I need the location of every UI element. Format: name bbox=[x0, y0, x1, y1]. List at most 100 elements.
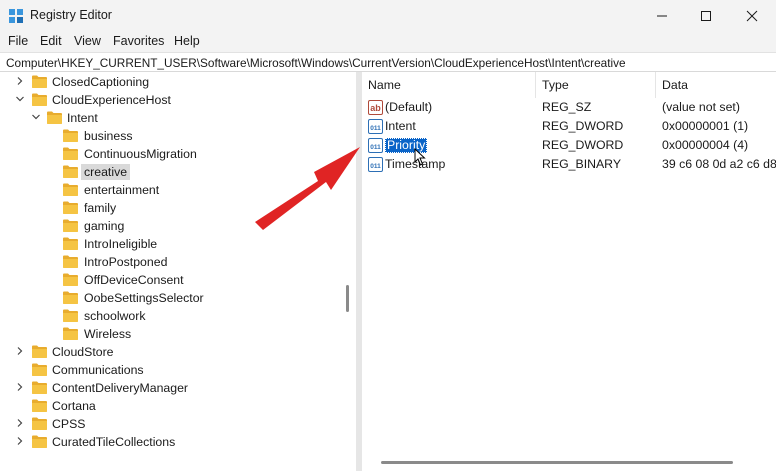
tree-item[interactable]: CloudExperienceHost bbox=[0, 91, 340, 109]
tree-item[interactable]: business bbox=[0, 127, 340, 145]
values-list[interactable]: Name Type Data ab (Default) REG_SZ (value n… bbox=[362, 72, 776, 471]
folder-icon bbox=[63, 183, 78, 196]
tree-item-label: family bbox=[84, 201, 117, 215]
folder-icon bbox=[63, 129, 78, 142]
minimize-icon bbox=[657, 15, 667, 17]
tree-item[interactable]: Cortana bbox=[0, 397, 340, 415]
tree-item[interactable]: CPSS bbox=[0, 415, 340, 433]
tree-item[interactable]: ContinuousMigration bbox=[0, 145, 340, 163]
tree-item-label: ClosedCaptioning bbox=[52, 75, 150, 89]
close-button[interactable] bbox=[730, 0, 774, 32]
tree-item-label: business bbox=[84, 129, 133, 143]
folder-icon bbox=[32, 75, 47, 88]
address-path[interactable]: Computer\HKEY_CURRENT_USER\Software\Micr… bbox=[6, 56, 626, 70]
value-type: REG_SZ bbox=[542, 100, 592, 114]
value-row[interactable]: 011 Intent REG_DWORD 0x00000001 (1) bbox=[362, 117, 776, 136]
tree-item-label: creative bbox=[81, 164, 131, 180]
tree-item-label: Cortana bbox=[52, 399, 96, 413]
value-row[interactable]: ab (Default) REG_SZ (value not set) bbox=[362, 98, 776, 117]
column-header-type[interactable]: Type bbox=[536, 72, 656, 98]
tree-item-label: ContentDeliveryManager bbox=[52, 381, 189, 395]
key-tree[interactable]: ClosedCaptioning CloudExperienceHost Inten… bbox=[0, 72, 356, 471]
tree-item-label: CuratedTileCollections bbox=[52, 435, 176, 449]
chevron-right-icon[interactable] bbox=[15, 346, 25, 356]
column-header-name[interactable]: Name bbox=[362, 72, 536, 98]
tree-item[interactable]: IntroPostponed bbox=[0, 253, 340, 271]
value-name: Intent bbox=[385, 119, 416, 133]
minimize-button[interactable] bbox=[640, 0, 684, 32]
tree-item-label: Intent bbox=[67, 111, 98, 125]
menu-file[interactable]: File bbox=[8, 34, 28, 48]
tree-item[interactable]: family bbox=[0, 199, 340, 217]
maximize-button[interactable] bbox=[684, 0, 728, 32]
tree-item[interactable]: CuratedTileCollections bbox=[0, 433, 340, 451]
menu-view[interactable]: View bbox=[74, 34, 101, 48]
value-data: (value not set) bbox=[662, 100, 740, 114]
binary-value-icon: 011 bbox=[368, 157, 383, 172]
tree-item-label: IntroPostponed bbox=[84, 255, 168, 269]
value-type: REG_BINARY bbox=[542, 157, 622, 171]
tree-item[interactable]: OffDeviceConsent bbox=[0, 271, 340, 289]
string-value-icon: ab bbox=[368, 100, 383, 115]
folder-icon bbox=[63, 165, 78, 178]
tree-item[interactable]: OobeSettingsSelector bbox=[0, 289, 340, 307]
column-header-data[interactable]: Data bbox=[656, 72, 776, 98]
chevron-right-icon[interactable] bbox=[15, 382, 25, 392]
chevron-right-icon[interactable] bbox=[15, 436, 25, 446]
close-icon bbox=[746, 10, 758, 22]
tree-item-label: OobeSettingsSelector bbox=[84, 291, 204, 305]
maximize-icon bbox=[701, 11, 711, 21]
tree-item[interactable]: Intent bbox=[0, 109, 340, 127]
tree-item[interactable]: CloudStore bbox=[0, 343, 340, 361]
tree-item[interactable]: entertainment bbox=[0, 181, 340, 199]
tree-item[interactable]: IntroIneligible bbox=[0, 235, 340, 253]
tree-item[interactable]: schoolwork bbox=[0, 307, 340, 325]
value-name: (Default) bbox=[385, 100, 433, 114]
svg-text:011: 011 bbox=[370, 125, 381, 132]
folder-icon bbox=[63, 309, 78, 322]
values-scrollbar[interactable] bbox=[362, 455, 776, 471]
values-scrollbar-thumb[interactable] bbox=[381, 461, 733, 464]
folder-icon bbox=[32, 435, 47, 448]
folder-icon bbox=[63, 255, 78, 268]
value-data: 0x00000004 (4) bbox=[662, 138, 749, 152]
menu-edit[interactable]: Edit bbox=[40, 34, 62, 48]
tree-item[interactable]: Wireless bbox=[0, 325, 340, 343]
folder-icon bbox=[63, 147, 78, 160]
svg-text:011: 011 bbox=[370, 144, 381, 151]
menu-help[interactable]: Help bbox=[174, 34, 200, 48]
cursor-icon bbox=[414, 148, 426, 166]
menu-bar: File Edit View Favorites Help bbox=[0, 32, 776, 52]
tree-item-label: entertainment bbox=[84, 183, 160, 197]
tree-item[interactable]: creative bbox=[0, 163, 340, 181]
svg-text:011: 011 bbox=[370, 163, 381, 170]
tree-item-label: ContinuousMigration bbox=[84, 147, 197, 161]
value-data: 39 c6 08 0d a2 c6 d8 0 bbox=[662, 157, 776, 171]
chevron-right-icon[interactable] bbox=[15, 418, 25, 428]
folder-icon bbox=[63, 219, 78, 232]
folder-icon bbox=[32, 381, 47, 394]
tree-item[interactable]: ClosedCaptioning bbox=[0, 73, 340, 91]
tree-scrollbar-thumb[interactable] bbox=[346, 285, 349, 312]
tree-item-label: Wireless bbox=[84, 327, 132, 341]
tree-item[interactable]: ContentDeliveryManager bbox=[0, 379, 340, 397]
value-type: REG_DWORD bbox=[542, 119, 624, 133]
folder-icon bbox=[32, 345, 47, 358]
tree-item-label: Communications bbox=[52, 363, 144, 377]
folder-icon bbox=[63, 327, 78, 340]
tree-item-label: schoolwork bbox=[84, 309, 146, 323]
chevron-right-icon[interactable] bbox=[15, 76, 25, 86]
folder-icon bbox=[32, 93, 47, 106]
address-bar[interactable]: Computer\HKEY_CURRENT_USER\Software\Micr… bbox=[0, 52, 776, 72]
tree-item[interactable]: Communications bbox=[0, 361, 340, 379]
tree-item-label: OffDeviceConsent bbox=[84, 273, 184, 287]
menu-favorites[interactable]: Favorites bbox=[113, 34, 164, 48]
tree-item[interactable]: gaming bbox=[0, 217, 340, 235]
chevron-down-icon[interactable] bbox=[31, 112, 41, 122]
chevron-down-icon[interactable] bbox=[15, 94, 25, 104]
tree-item-label: gaming bbox=[84, 219, 125, 233]
registry-editor-icon bbox=[9, 9, 23, 23]
tree-scrollbar[interactable] bbox=[340, 72, 356, 471]
binary-value-icon: 011 bbox=[368, 119, 383, 134]
folder-icon bbox=[47, 111, 62, 124]
